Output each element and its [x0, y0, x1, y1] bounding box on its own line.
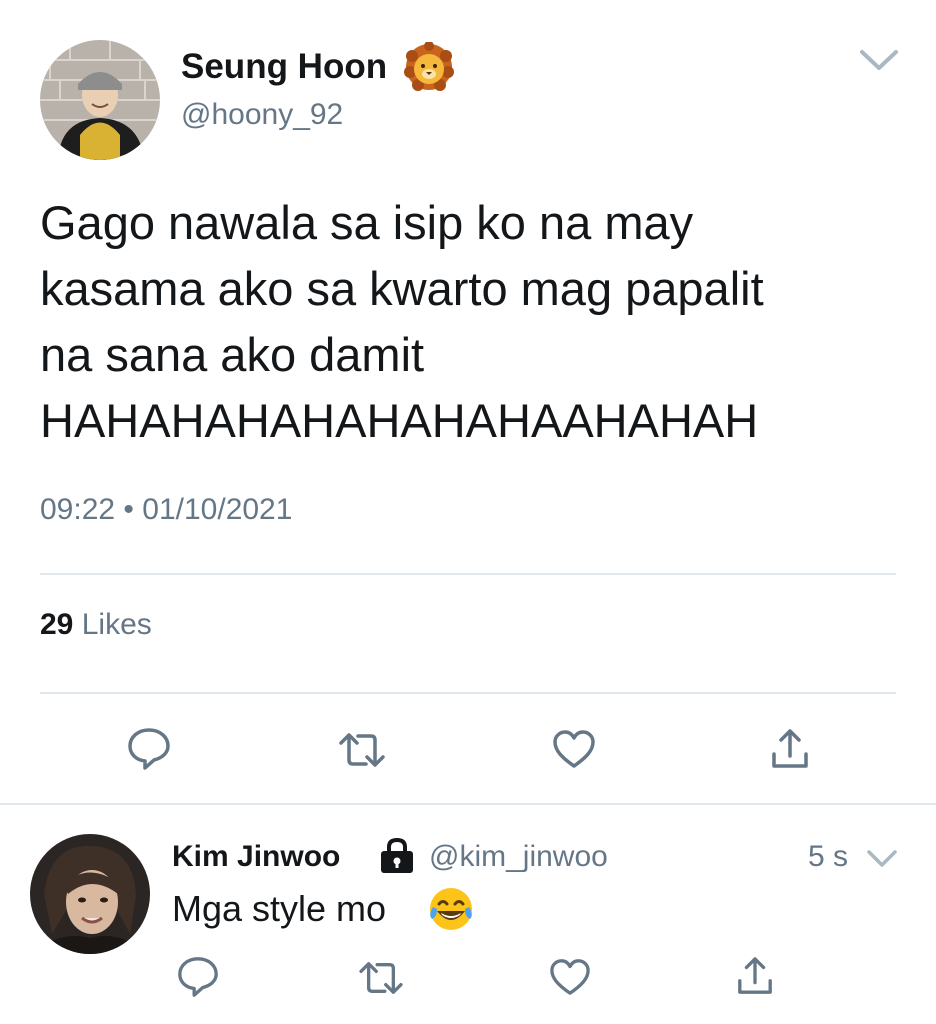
reply-time: 5 s — [808, 840, 849, 873]
tweet-text: Gago nawala sa isip ko na may kasama ako… — [40, 196, 764, 447]
reply-author-avatar[interactable] — [30, 834, 150, 954]
tweet-date: 01/10/2021 — [142, 493, 293, 526]
reply-display-name[interactable]: Kim Jinwoo — [172, 840, 340, 874]
retweet-icon[interactable] — [338, 730, 386, 775]
lion-emoji-icon — [404, 41, 454, 92]
author-display-name[interactable]: Seung Hoon — [181, 47, 387, 87]
author-avatar[interactable] — [40, 40, 160, 160]
timestamp-separator: • — [123, 493, 134, 526]
likes-stat[interactable]: 29 Likes — [40, 608, 152, 642]
share-icon[interactable] — [770, 728, 810, 775]
section-divider — [0, 803, 936, 805]
likes-count: 29 — [40, 608, 74, 641]
likes-label: Likes — [81, 608, 152, 641]
retweet-icon[interactable] — [358, 959, 404, 1002]
reply-icon[interactable] — [126, 726, 172, 777]
like-icon[interactable] — [551, 728, 597, 775]
tweet-time: 09:22 — [40, 493, 116, 526]
divider — [40, 573, 896, 575]
tweet-timestamp: 09:22 • 01/10/2021 — [40, 493, 292, 527]
chevron-down-icon[interactable] — [866, 848, 898, 870]
reply-handle[interactable]: @kim_jinwoo — [429, 840, 608, 874]
like-icon[interactable] — [548, 957, 592, 1002]
reply-text: Mga style mo — [172, 888, 387, 929]
main-tweet: Seung Hoon @hoony_92 Gago nawala sa isip… — [0, 0, 936, 805]
reply-icon[interactable] — [176, 955, 220, 1004]
author-handle[interactable]: @hoony_92 — [181, 98, 343, 132]
lock-icon — [378, 837, 416, 874]
face-with-tears-of-joy-icon — [427, 885, 475, 933]
chevron-down-icon[interactable] — [858, 46, 900, 74]
share-icon[interactable] — [736, 956, 774, 1001]
divider — [40, 692, 896, 694]
